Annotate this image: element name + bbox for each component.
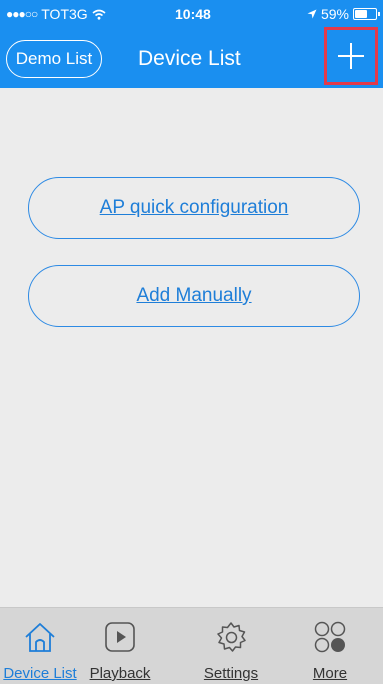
tab-label-more: More	[312, 665, 348, 682]
demo-list-button[interactable]: Demo List	[6, 40, 102, 78]
play-icon	[105, 622, 135, 652]
tab-bar: Device List Playback Settings More	[0, 607, 383, 684]
tab-settings[interactable]: Settings	[191, 608, 271, 684]
nav-bar: Demo List Device List	[0, 26, 383, 88]
tab-label-device-list: Device List	[3, 665, 77, 682]
page-title: Device List	[138, 47, 241, 70]
ap-quick-config-button[interactable]: AP quick configuration	[28, 177, 360, 239]
tab-label-settings: Settings	[203, 665, 259, 682]
carrier-name: TOT3G	[41, 6, 88, 22]
battery-percent: 59%	[320, 6, 349, 22]
add-manually-button[interactable]: Add Manually	[28, 265, 360, 327]
signal-strength: ●●●○○	[6, 7, 38, 21]
add-device-button[interactable]	[324, 27, 378, 85]
tab-more[interactable]: More	[290, 608, 370, 684]
status-time: 10:48	[175, 6, 211, 22]
gear-icon	[217, 622, 246, 652]
tab-label-playback: Playback	[89, 665, 151, 682]
header: ●●●○○ TOT3G 10:48 59% Demo List Device L…	[0, 0, 383, 88]
home-icon	[25, 623, 55, 652]
battery-icon	[353, 8, 380, 20]
tab-device-list[interactable]: Device List	[0, 608, 80, 684]
wifi-icon	[92, 9, 106, 20]
status-bar: ●●●○○ TOT3G 10:48 59%	[0, 0, 383, 26]
tab-playback[interactable]: Playback	[80, 608, 160, 684]
more-icon	[314, 621, 346, 653]
status-right: 59%	[307, 6, 380, 22]
battery-fill	[355, 10, 367, 18]
status-left: ●●●○○ TOT3G	[6, 6, 106, 22]
plus-icon	[338, 43, 364, 69]
location-arrow-icon	[307, 9, 317, 19]
